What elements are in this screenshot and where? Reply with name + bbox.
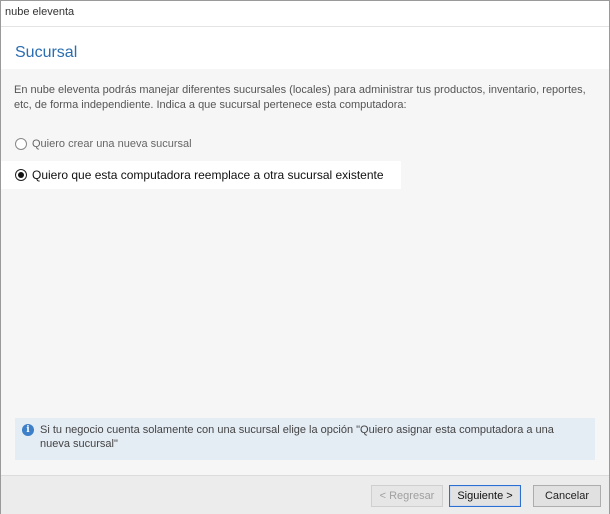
info-box: i Si tu negocio cuenta solamente con una… <box>15 418 595 460</box>
title-bar: nube eleventa <box>1 1 609 27</box>
wizard-window: nube eleventa Sucursal En nube eleventa … <box>0 0 610 514</box>
next-button[interactable]: Siguiente > <box>449 485 521 507</box>
option-label[interactable]: Quiero que esta computadora reemplace a … <box>32 168 384 182</box>
header-band: Sucursal <box>1 27 609 69</box>
back-button[interactable]: < Regresar <box>371 485 443 507</box>
radio-dot <box>18 172 24 178</box>
radio-selected-icon[interactable] <box>15 169 27 181</box>
intro-text: En nube eleventa podrás manejar diferent… <box>14 84 586 111</box>
button-bar: < Regresar Siguiente > Cancelar <box>1 475 609 514</box>
cancel-button[interactable]: Cancelar <box>533 485 601 507</box>
option-label[interactable]: Quiero crear una nueva sucursal <box>32 138 192 150</box>
page-title: Sucursal <box>15 44 78 61</box>
option-create-new-branch[interactable]: Quiero crear una nueva sucursal <box>1 132 609 156</box>
window-title: nube eleventa <box>5 6 75 18</box>
radio-unselected-icon[interactable] <box>15 138 27 150</box>
info-icon: i <box>22 424 34 436</box>
wizard-content: Sucursal En nube eleventa podrás manejar… <box>1 27 609 475</box>
info-text: Si tu negocio cuenta solamente con una s… <box>40 424 554 450</box>
option-replace-existing-branch[interactable]: Quiero que esta computadora reemplace a … <box>1 161 609 189</box>
